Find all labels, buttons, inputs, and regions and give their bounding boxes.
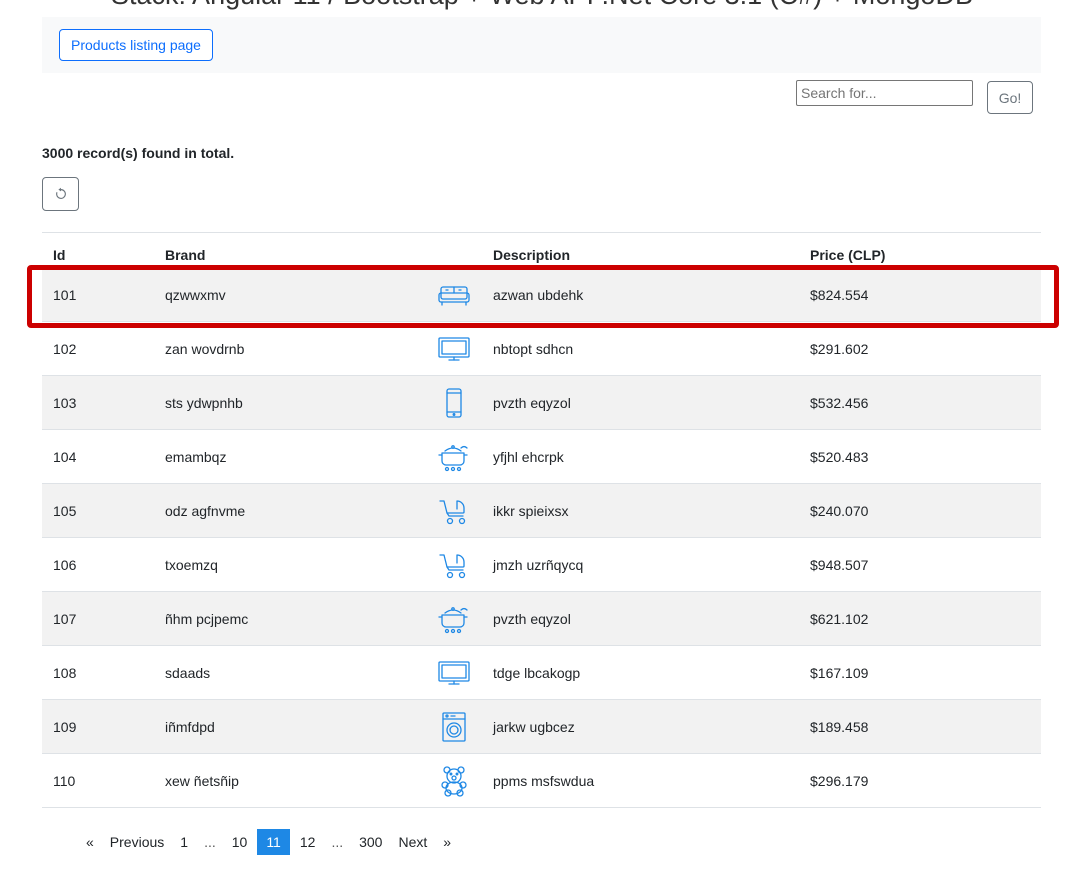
tv-icon bbox=[438, 661, 470, 685]
row-description: yfjhl ehcrpk bbox=[493, 449, 564, 465]
previous-page-link[interactable]: Previous bbox=[102, 829, 172, 855]
row-id: 105 bbox=[53, 503, 77, 519]
row-brand: iñmfdpd bbox=[165, 719, 215, 735]
row-brand: xew ñetsñip bbox=[165, 773, 239, 789]
tv-icon bbox=[438, 337, 470, 361]
row-description: pvzth eqyzol bbox=[493, 395, 571, 411]
row-brand: emambqz bbox=[165, 449, 227, 465]
row-brand: zan wovdrnb bbox=[165, 341, 245, 357]
row-brand: sts ydwpnhb bbox=[165, 395, 243, 411]
row-price: $167.109 bbox=[810, 665, 869, 681]
table-row: 109 iñmfdpd jarkw ugbcez $189.458 bbox=[42, 700, 1041, 754]
table-row: 102 zan wovdrnb nbtopt sdhcn $291.602 bbox=[42, 322, 1041, 376]
cooking-pot-icon bbox=[438, 607, 468, 634]
row-brand: odz agfnvme bbox=[165, 503, 246, 519]
records-count: 3000 record(s) found in total. bbox=[42, 145, 235, 161]
row-description: ppms msfswdua bbox=[493, 773, 595, 789]
page-link-current[interactable]: 11 bbox=[257, 829, 290, 855]
teddy-bear-icon bbox=[441, 766, 467, 797]
row-id: 110 bbox=[53, 773, 76, 789]
row-description: azwan ubdehk bbox=[493, 287, 584, 303]
column-header-price: Price (CLP) bbox=[810, 247, 886, 263]
next-arrow-icon[interactable]: » bbox=[435, 829, 459, 855]
row-id: 108 bbox=[53, 665, 77, 681]
row-id: 104 bbox=[53, 449, 77, 465]
table-row: 110 xew ñetsñip ppms msfswdua $296.179 bbox=[42, 754, 1041, 808]
row-description: jarkw ugbcez bbox=[493, 719, 575, 735]
phone-icon bbox=[446, 388, 462, 418]
refresh-icon bbox=[55, 187, 66, 199]
next-page-link[interactable]: Next bbox=[390, 829, 435, 855]
row-price: $824.554 bbox=[810, 287, 869, 303]
page-title: Stack: Angular 11 / Bootstrap + Web API … bbox=[0, 0, 1084, 11]
row-price: $532.456 bbox=[810, 395, 869, 411]
search-input[interactable] bbox=[796, 80, 973, 106]
row-id: 102 bbox=[53, 341, 77, 357]
row-description: ikkr spieixsx bbox=[493, 503, 569, 519]
cooking-pot-icon bbox=[438, 445, 468, 472]
products-listing-button[interactable]: Products listing page bbox=[59, 29, 213, 61]
sofa-icon bbox=[438, 286, 470, 306]
row-price: $621.102 bbox=[810, 611, 869, 627]
row-description: jmzh uzrñqycq bbox=[493, 557, 584, 573]
nav-strip: Products listing page bbox=[42, 17, 1041, 73]
table-row: 105 odz agfnvme ikkr spieixsx $240.070 bbox=[42, 484, 1041, 538]
row-description: tdge lbcakogp bbox=[493, 665, 581, 681]
row-brand: txoemzq bbox=[165, 557, 218, 573]
row-id: 101 bbox=[53, 287, 77, 303]
row-id: 109 bbox=[53, 719, 77, 735]
row-price: $296.179 bbox=[810, 773, 869, 789]
washing-machine-icon bbox=[442, 712, 466, 742]
pagination: «Previous 1... 10 11 12... 300 Next» bbox=[78, 829, 459, 855]
row-price: $189.458 bbox=[810, 719, 869, 735]
row-price: $520.483 bbox=[810, 449, 869, 465]
row-description: pvzth eqyzol bbox=[493, 611, 571, 627]
pagination-ellipsis: ... bbox=[331, 834, 344, 850]
row-price: $240.070 bbox=[810, 503, 869, 519]
table-row: 106 txoemzq jmzh uzrñqycq $948.507 bbox=[42, 538, 1041, 592]
table-header: Id Brand Description Price (CLP) bbox=[42, 232, 1041, 268]
table-row: 108 sdaads tdge lbcakogp $167.109 bbox=[42, 646, 1041, 700]
row-id: 107 bbox=[53, 611, 77, 627]
go-button[interactable]: Go! bbox=[987, 81, 1033, 114]
prev-arrow-icon[interactable]: « bbox=[78, 829, 102, 855]
row-price: $948.507 bbox=[810, 557, 869, 573]
row-brand: qzwwxmv bbox=[165, 287, 226, 303]
column-header-brand: Brand bbox=[165, 247, 206, 263]
row-brand: ñhm pcjpemc bbox=[165, 611, 249, 627]
row-id: 103 bbox=[53, 395, 77, 411]
table-row: 101 qzwwxmv azwan ubdehk $824.554 bbox=[42, 268, 1041, 322]
column-header-id: Id bbox=[53, 247, 66, 263]
products-table: Id Brand Description Price (CLP) 101 qzww… bbox=[42, 232, 1041, 808]
table-row: 104 emambqz yfjhl ehcrpk $520.483 bbox=[42, 430, 1041, 484]
row-description: nbtopt sdhcn bbox=[493, 341, 574, 357]
table-body: 101 qzwwxmv azwan ubdehk $824.554 102 zan wov… bbox=[42, 268, 1041, 808]
pagination-ellipsis: ... bbox=[204, 834, 216, 850]
page-link-12[interactable]: 12 bbox=[292, 829, 324, 855]
table-row: 103 sts ydwpnhb pvzth eqyzol $532.456 bbox=[42, 376, 1041, 430]
table-row: 107 ñhm pcjpemc pvzth eqyzol $621.102 bbox=[42, 592, 1041, 646]
row-price: $291.602 bbox=[810, 341, 869, 357]
page-link-1[interactable]: 1 bbox=[172, 829, 196, 855]
page-link-10[interactable]: 10 bbox=[224, 829, 256, 855]
row-id: 106 bbox=[53, 557, 77, 573]
refresh-button[interactable] bbox=[42, 177, 79, 211]
baby-stroller-icon bbox=[439, 554, 466, 579]
row-brand: sdaads bbox=[165, 665, 211, 681]
baby-stroller-icon bbox=[439, 500, 466, 525]
page-link-300[interactable]: 300 bbox=[351, 829, 390, 855]
column-header-description: Description bbox=[493, 247, 571, 263]
